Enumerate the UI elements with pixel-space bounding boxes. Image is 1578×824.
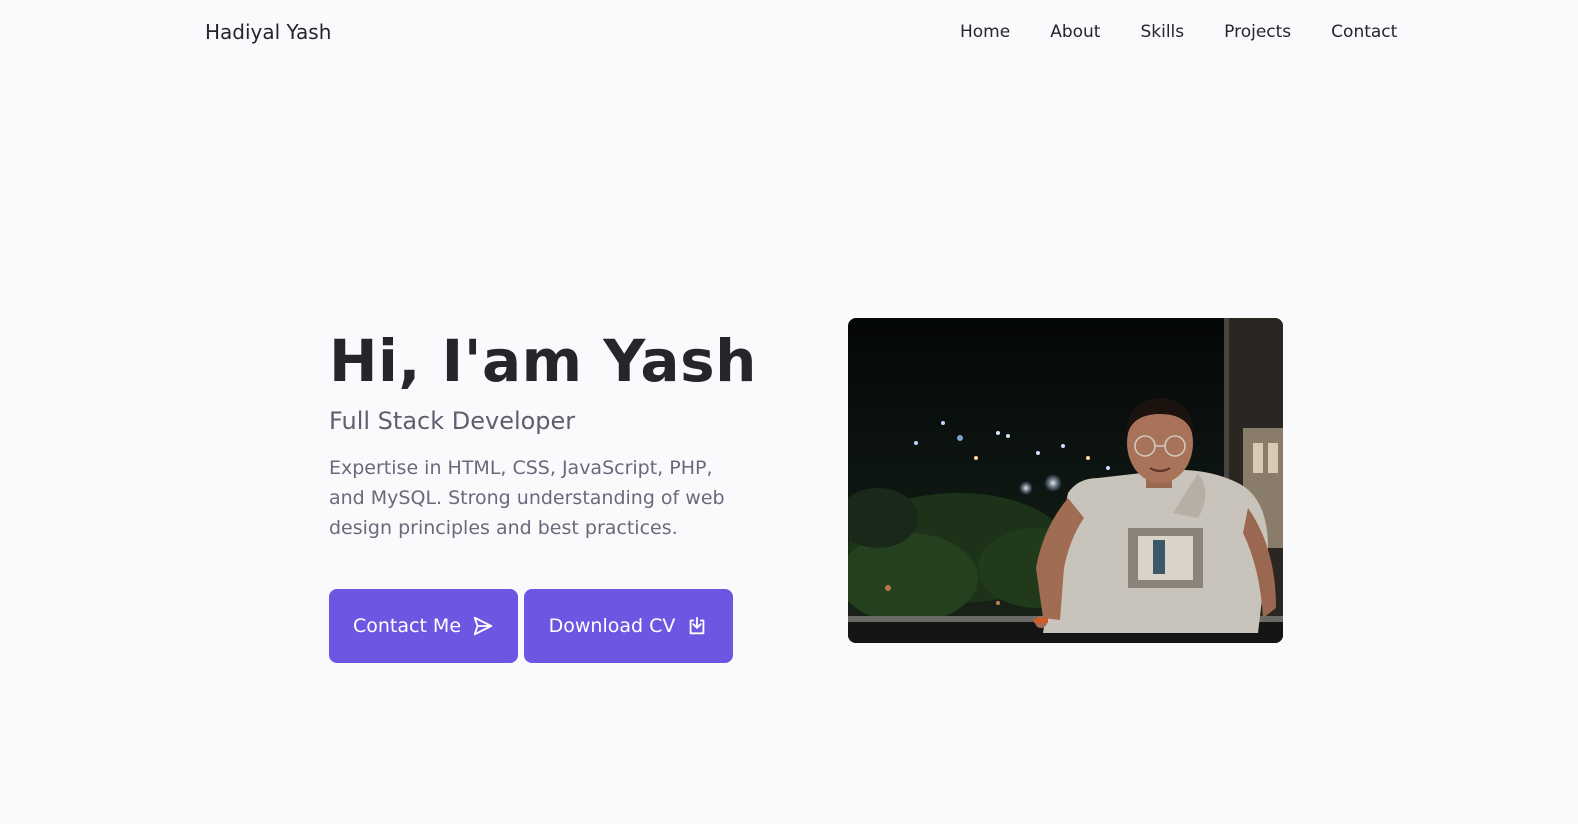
contact-me-button[interactable]: Contact Me [329, 589, 518, 663]
site-header: Hadiyal Yash Home About Skills Projects … [0, 0, 1578, 68]
hero-description: Expertise in HTML, CSS, JavaScript, PHP,… [329, 457, 725, 539]
site-logo[interactable]: Hadiyal Yash [205, 20, 331, 44]
download-cv-label: Download CV [548, 615, 676, 637]
profile-photo [848, 318, 1283, 643]
nav-link-projects[interactable]: Projects [1224, 22, 1291, 42]
hero-title: Hi, I'am Yash [329, 327, 757, 395]
contact-me-label: Contact Me [352, 615, 462, 637]
download-icon [686, 615, 708, 637]
nav-link-about[interactable]: About [1050, 22, 1100, 42]
nav-link-contact[interactable]: Contact [1331, 22, 1397, 42]
hero-buttons: Contact Me Download CV [329, 589, 733, 663]
nav-link-skills[interactable]: Skills [1140, 22, 1184, 42]
download-cv-button[interactable]: Download CV [524, 589, 733, 663]
send-icon [472, 615, 494, 637]
hero-subtitle: Full Stack Developer [329, 407, 576, 435]
nav-link-home[interactable]: Home [960, 22, 1010, 42]
hero-text: Hi, I'am Yash Full Stack Developer Exper… [329, 325, 799, 543]
main-nav: Home About Skills Projects Contact [960, 22, 1397, 42]
